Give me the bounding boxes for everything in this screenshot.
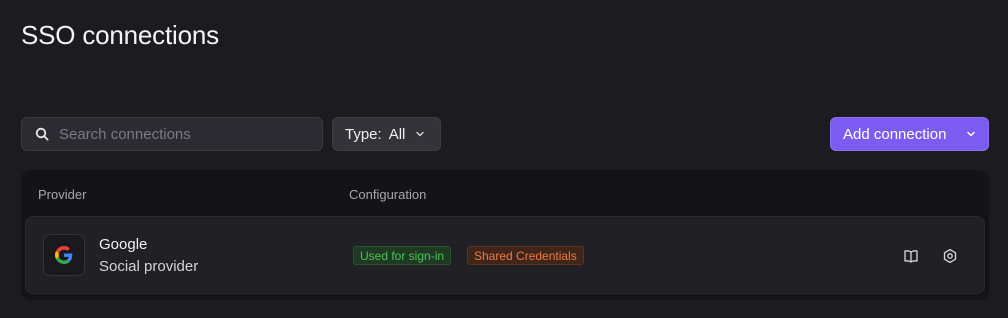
table-row[interactable]: Google Social provider Used for sign-in … <box>25 216 985 294</box>
chevron-down-icon <box>415 129 425 139</box>
add-connection-button[interactable]: Add connection <box>830 117 989 151</box>
used-for-sign-in-badge: Used for sign-in <box>353 246 452 265</box>
provider-type: Social provider <box>99 258 199 275</box>
add-connection-label: Add connection <box>843 125 947 143</box>
toolbar: Type: All Add connection <box>21 117 989 151</box>
search-box[interactable] <box>21 117 323 151</box>
column-header-provider: Provider <box>38 187 87 202</box>
search-input[interactable] <box>59 125 322 143</box>
shared-credentials-badge: Shared Credentials <box>467 246 584 265</box>
type-filter-value: All <box>388 125 406 143</box>
connections-table: Provider Configuration Google Social pro… <box>21 170 989 300</box>
google-icon <box>43 234 85 276</box>
book-icon[interactable] <box>902 247 920 265</box>
type-filter-label: Type: <box>345 125 382 143</box>
type-filter-dropdown[interactable]: Type: All <box>332 117 441 151</box>
column-header-configuration: Configuration <box>349 187 427 202</box>
search-icon <box>35 127 49 141</box>
chevron-down-icon <box>966 129 976 139</box>
page-title: SSO connections <box>21 20 219 50</box>
provider-name: Google <box>99 236 148 253</box>
gear-icon[interactable] <box>941 247 959 265</box>
